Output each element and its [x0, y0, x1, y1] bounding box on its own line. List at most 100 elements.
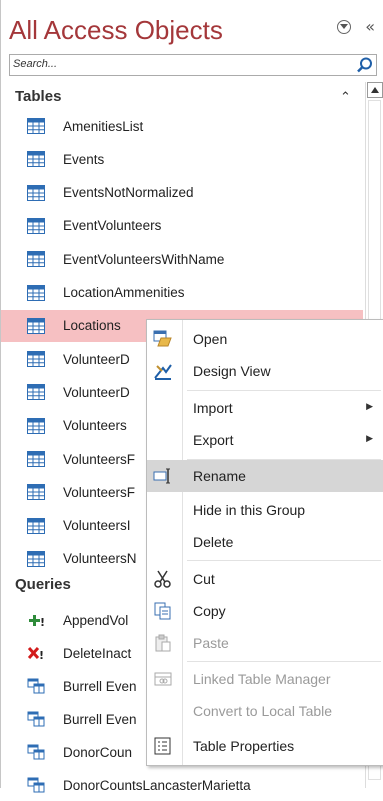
table-item-label: VolunteerD [63, 351, 130, 367]
table-item-label: EventVolunteersWithName [63, 251, 225, 267]
collapse-pane-button[interactable]: « [365, 19, 375, 35]
pane-title[interactable]: All Access Objects [9, 15, 223, 45]
table-item-label: Locations [63, 318, 121, 334]
context-menu: Open Design View Import ▶ Export ▶ Renam… [146, 319, 383, 766]
chevron-down-icon [340, 24, 349, 29]
table-icon [27, 284, 45, 301]
table-icon [27, 384, 45, 401]
menu-label: Linked Table Manager [193, 671, 331, 687]
table-item[interactable]: Events [1, 143, 363, 175]
table-item-label: AmenitiesList [63, 118, 144, 134]
search-box[interactable]: Search... [9, 54, 377, 76]
delete-query-icon: ! [27, 645, 45, 662]
append-query-icon: ! [27, 612, 45, 629]
menu-label: Rename [193, 468, 246, 484]
menu-item-cut[interactable]: Cut [147, 563, 383, 595]
menu-label: Convert to Local Table [193, 703, 333, 719]
open-icon [153, 330, 172, 347]
menu-item-hide-in-group[interactable]: Hide in this Group [147, 494, 383, 526]
menu-label: Open [193, 331, 228, 347]
table-icon [27, 317, 45, 334]
table-icon [27, 550, 45, 567]
menu-separator [187, 560, 381, 561]
scroll-up-button[interactable] [367, 82, 383, 98]
select-query-icon [27, 711, 45, 727]
linked-table-manager-icon [154, 672, 172, 686]
group-header-tables[interactable]: Tables [15, 88, 61, 105]
menu-item-linked-table-manager: Linked Table Manager [147, 663, 383, 695]
collapse-group-icon[interactable]: ⌃ [340, 90, 351, 105]
menu-item-design-view[interactable]: Design View [147, 355, 383, 387]
menu-separator [187, 390, 381, 391]
table-icon [27, 517, 45, 534]
menu-item-convert-to-local: Convert to Local Table [147, 695, 383, 727]
menu-label: Import [193, 400, 233, 416]
select-query-icon [27, 777, 45, 793]
search-icon[interactable] [356, 56, 374, 74]
menu-label: Paste [193, 635, 229, 651]
menu-label: Table Properties [193, 738, 295, 754]
table-item-label: VolunteerD [63, 384, 130, 400]
submenu-arrow-icon: ▶ [366, 402, 373, 412]
table-icon [27, 417, 45, 434]
menu-item-copy[interactable]: Copy [147, 595, 383, 627]
arrow-up-icon [371, 87, 379, 93]
query-item-label: DonorCoun [63, 744, 133, 760]
scissors-icon [154, 570, 171, 588]
select-query-icon [27, 744, 45, 760]
menu-label: Cut [193, 571, 215, 587]
menu-item-rename[interactable]: Rename [147, 460, 383, 492]
svg-text:!: ! [39, 649, 44, 661]
table-item[interactable]: EventVolunteers [1, 210, 363, 242]
query-item[interactable]: DonorCountsLancasterMarietta [1, 769, 363, 801]
rename-icon [153, 468, 170, 484]
table-item-label: EventVolunteers [63, 218, 162, 234]
menu-item-delete[interactable]: Delete [147, 526, 383, 558]
table-item-label: VolunteersF [63, 451, 136, 467]
menu-label: Design View [193, 363, 271, 379]
table-item-label: VolunteersI [63, 518, 131, 534]
menu-item-export[interactable]: Export ▶ [147, 424, 383, 456]
table-icon [27, 217, 45, 234]
table-item[interactable]: EventVolunteersWithName [1, 243, 363, 275]
group-header-queries[interactable]: Queries [15, 576, 71, 593]
table-icon [27, 184, 45, 201]
menu-label: Export [193, 432, 234, 448]
menu-item-import[interactable]: Import ▶ [147, 392, 383, 424]
query-item-label: DeleteInact [63, 645, 132, 661]
table-item-label: VolunteersN [63, 551, 137, 567]
menu-separator [187, 661, 381, 662]
search-input[interactable]: Search... [13, 58, 57, 70]
design-view-icon [154, 364, 172, 380]
select-query-icon [27, 678, 45, 694]
table-item[interactable]: LocationAmmenities [1, 277, 363, 309]
query-item-label: DonorCountsLancasterMarietta [63, 777, 251, 793]
table-item-label: Events [63, 151, 105, 167]
menu-item-open[interactable]: Open [147, 323, 383, 355]
menu-label: Delete [193, 534, 234, 550]
table-item[interactable]: EventsNotNormalized [1, 177, 363, 209]
copy-icon [154, 602, 171, 620]
table-item-label: Volunteers [63, 418, 127, 434]
menu-label: Copy [193, 603, 226, 619]
paste-icon [155, 634, 171, 652]
table-item-label: LocationAmmenities [63, 285, 185, 300]
table-item-label: EventsNotNormalized [63, 185, 194, 201]
table-item[interactable]: AmenitiesList [1, 110, 363, 142]
query-item-label: Burrell Even [63, 711, 137, 727]
table-icon [27, 351, 45, 368]
table-item-label: VolunteersF [63, 484, 136, 500]
query-item-label: AppendVol [63, 612, 129, 628]
table-icon [27, 151, 45, 168]
menu-item-paste: Paste [147, 627, 383, 659]
menu-label: Hide in this Group [193, 502, 306, 518]
properties-icon [154, 737, 171, 755]
table-icon [27, 451, 45, 467]
svg-text:!: ! [40, 616, 45, 628]
table-icon [27, 251, 45, 268]
query-item-label: Burrell Even [63, 678, 137, 694]
table-icon [27, 118, 45, 134]
submenu-arrow-icon: ▶ [366, 434, 373, 444]
pane-menu-button[interactable] [337, 20, 352, 34]
menu-item-table-properties[interactable]: Table Properties [147, 730, 383, 762]
